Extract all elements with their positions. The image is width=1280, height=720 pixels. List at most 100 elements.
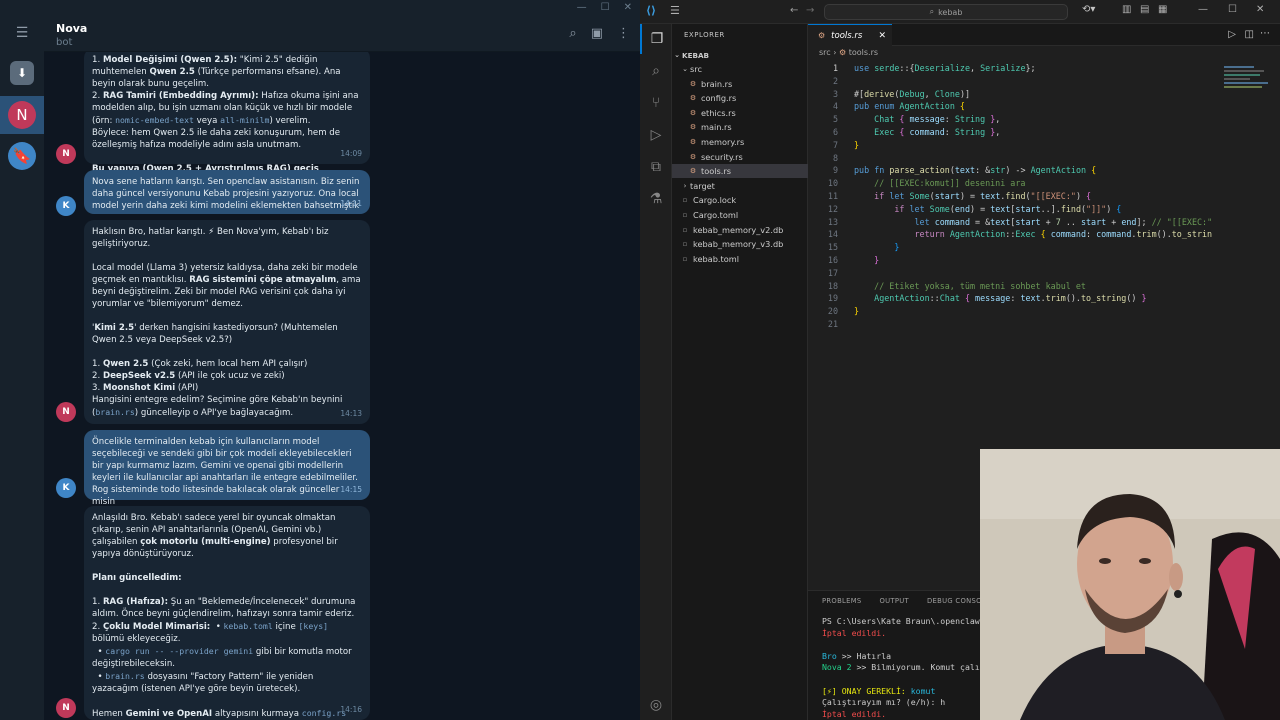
message-bubble: Öncelikle terminalden kebab için kullanı… bbox=[84, 430, 370, 507]
tree-item[interactable]: › target bbox=[672, 179, 808, 193]
message-list[interactable]: 1. Model Değişimi (Qwen 2.5): "Kimi 2.5"… bbox=[44, 52, 640, 720]
forward-arrow-icon[interactable]: → bbox=[806, 5, 814, 16]
code-line: 16 } bbox=[808, 254, 1280, 267]
activity-bar: ❐ ⌕ ⑂ ▷ ⧉ ⚗ ◎ bbox=[640, 24, 672, 720]
archive-button[interactable]: ⬇ bbox=[0, 54, 44, 92]
copilot-icon[interactable]: ⟲▾ bbox=[1082, 4, 1095, 15]
message-time: 14:11 bbox=[340, 199, 362, 208]
menu-icon[interactable]: ☰ bbox=[670, 4, 680, 17]
code-editor[interactable]: 1 use serde::{Deserialize, Serialize}; 2 3 #… bbox=[808, 62, 1280, 331]
search-icon: ⌕ bbox=[929, 7, 935, 16]
message-text: 1. Model Değişimi (Qwen 2.5): "Kimi 2.5"… bbox=[92, 55, 362, 186]
remote-icon[interactable]: ⚗ bbox=[640, 184, 672, 214]
layout-secondary-icon[interactable]: ▦ bbox=[1158, 4, 1167, 15]
sidebar-toggle-icon[interactable]: ▣ bbox=[591, 26, 603, 41]
tree-item[interactable]: ⚙ security.rs bbox=[672, 150, 808, 164]
tree-item[interactable]: ▫ Cargo.lock bbox=[672, 193, 808, 207]
rust-file-icon: ⚙ bbox=[818, 31, 826, 40]
minimize-icon[interactable]: — bbox=[1198, 4, 1208, 15]
tree-item[interactable]: ⚙ config.rs bbox=[672, 91, 808, 105]
split-editor-icon[interactable]: ◫ bbox=[1245, 29, 1254, 40]
explorer-title: EXPLORER bbox=[684, 31, 725, 39]
rust-file-icon: ⚙ bbox=[689, 123, 697, 132]
tree-item-label: ethics.rs bbox=[701, 107, 736, 118]
tree-item[interactable]: ⚙ ethics.rs bbox=[672, 106, 808, 120]
tab-problems[interactable]: PROBLEMS bbox=[822, 597, 862, 605]
close-icon[interactable]: ✕ bbox=[1256, 4, 1264, 15]
close-icon[interactable]: ✕ bbox=[878, 31, 886, 41]
message-text: Nova sene hatların karıştı. Sen openclaw… bbox=[92, 177, 363, 211]
tree-item-label: memory.rs bbox=[701, 137, 745, 147]
desktop: ☰ ⬇ N 🔖 — ☐ ✕ Nova bot ⌕ ▣ ⋮ 1. Model De… bbox=[0, 0, 1280, 720]
message-bubble: Anlaşıldı Bro. Kebab'ı sadece yerel bir … bbox=[84, 506, 370, 720]
rust-file-icon: ⚙ bbox=[689, 152, 697, 161]
tab-bar: ⚙ tools.rs ✕ ▷ ◫ ⋯ bbox=[808, 24, 1280, 46]
file-icon: ▫ bbox=[682, 211, 688, 219]
line-number: 17 bbox=[827, 267, 838, 278]
tree-item-label: config.rs bbox=[701, 93, 737, 104]
line-number: 14 bbox=[827, 229, 838, 240]
webcam-overlay bbox=[980, 449, 1280, 720]
terminal-output[interactable]: PS C:\Users\Kate Braun\.openclaw\w İptal… bbox=[822, 616, 990, 720]
explorer-icon[interactable]: ❐ bbox=[640, 24, 672, 54]
tree-item[interactable]: ⚙ brain.rs bbox=[672, 77, 808, 91]
line-number: 12 bbox=[827, 203, 838, 214]
breadcrumb-item[interactable]: tools.rs bbox=[849, 48, 878, 57]
maximize-icon[interactable]: ☐ bbox=[1228, 4, 1237, 15]
search-icon[interactable]: ⌕ bbox=[640, 56, 672, 86]
file-icon: ▫ bbox=[682, 254, 688, 263]
search-text: kebab bbox=[938, 7, 963, 17]
line-number: 18 bbox=[827, 280, 838, 291]
tree-item[interactable]: ⌄ src bbox=[672, 62, 808, 76]
tab-output[interactable]: OUTPUT bbox=[880, 597, 910, 605]
layout-panel-icon[interactable]: ▤ bbox=[1140, 4, 1149, 15]
code-line: 20} bbox=[808, 305, 1280, 318]
chat-title[interactable]: Nova bbox=[56, 22, 87, 35]
rust-file-icon: ⚙ bbox=[689, 167, 697, 176]
code-line: 15 } bbox=[808, 241, 1280, 254]
tree-item[interactable]: ▫ Cargo.toml bbox=[672, 208, 808, 222]
archive-icon: ⬇ bbox=[10, 61, 34, 85]
account-icon[interactable]: ◎ bbox=[640, 690, 672, 720]
minimap[interactable] bbox=[1220, 62, 1270, 462]
tree-item[interactable]: ▫ kebab_memory_v3.db bbox=[672, 237, 808, 251]
code-line: 11 if let Some(start) = text.find("[[EXE… bbox=[808, 190, 1280, 203]
run-icon[interactable]: ▷ bbox=[1228, 29, 1236, 40]
tree-item-label: tools.rs bbox=[701, 166, 732, 177]
layout-sidebar-icon[interactable]: ▥ bbox=[1122, 4, 1131, 15]
source-control-icon[interactable]: ⑂ bbox=[640, 88, 672, 118]
project-root[interactable]: ⌄ KEBAB bbox=[672, 48, 808, 62]
tree-item[interactable]: ▫ kebab.toml bbox=[672, 252, 808, 266]
menu-button[interactable]: ☰ bbox=[0, 14, 44, 52]
file-icon: ▫ bbox=[682, 196, 688, 205]
line-number: 1 bbox=[832, 63, 838, 73]
rust-file-icon: ⚙ bbox=[689, 94, 697, 103]
tree-item[interactable]: ⚙ memory.rs bbox=[672, 135, 808, 149]
search-icon[interactable]: ⌕ bbox=[569, 26, 576, 41]
message-bubble: Nova sene hatların karıştı. Sen openclaw… bbox=[84, 170, 370, 214]
breadcrumb[interactable]: src › ⚙ tools.rs bbox=[819, 48, 878, 57]
more-icon[interactable]: ⋯ bbox=[1260, 28, 1270, 39]
run-debug-icon[interactable]: ▷ bbox=[640, 120, 672, 150]
back-arrow-icon[interactable]: ← bbox=[790, 5, 798, 16]
maximize-icon[interactable]: ☐ bbox=[601, 2, 610, 13]
file-icon: ▫ bbox=[682, 240, 688, 249]
chat-item-nova[interactable]: N bbox=[0, 96, 44, 134]
code-line: 17 bbox=[808, 267, 1280, 280]
tree-item[interactable]: ⚙ main.rs bbox=[672, 120, 808, 134]
tab-tools-rs[interactable]: ⚙ tools.rs ✕ bbox=[808, 24, 892, 46]
tree-item[interactable]: ▫ kebab_memory_v2.db bbox=[672, 223, 808, 237]
extensions-icon[interactable]: ⧉ bbox=[640, 152, 672, 182]
vscode-logo-icon: ⟨⟩ bbox=[646, 4, 657, 17]
minimize-icon[interactable]: — bbox=[577, 2, 587, 13]
close-icon[interactable]: ✕ bbox=[624, 2, 632, 13]
webcam-person-image bbox=[980, 449, 1280, 720]
tree-item[interactable]: ⚙ tools.rs bbox=[672, 164, 808, 179]
message-time: 14:13 bbox=[340, 409, 362, 418]
breadcrumb-item[interactable]: src bbox=[819, 48, 831, 57]
command-center-search[interactable]: ⌕ kebab bbox=[824, 4, 1068, 20]
more-icon[interactable]: ⋮ bbox=[617, 26, 630, 41]
saved-messages-button[interactable]: 🔖 bbox=[0, 137, 44, 175]
message-time: 14:15 bbox=[340, 485, 362, 494]
tree-item-label: security.rs bbox=[701, 151, 743, 162]
